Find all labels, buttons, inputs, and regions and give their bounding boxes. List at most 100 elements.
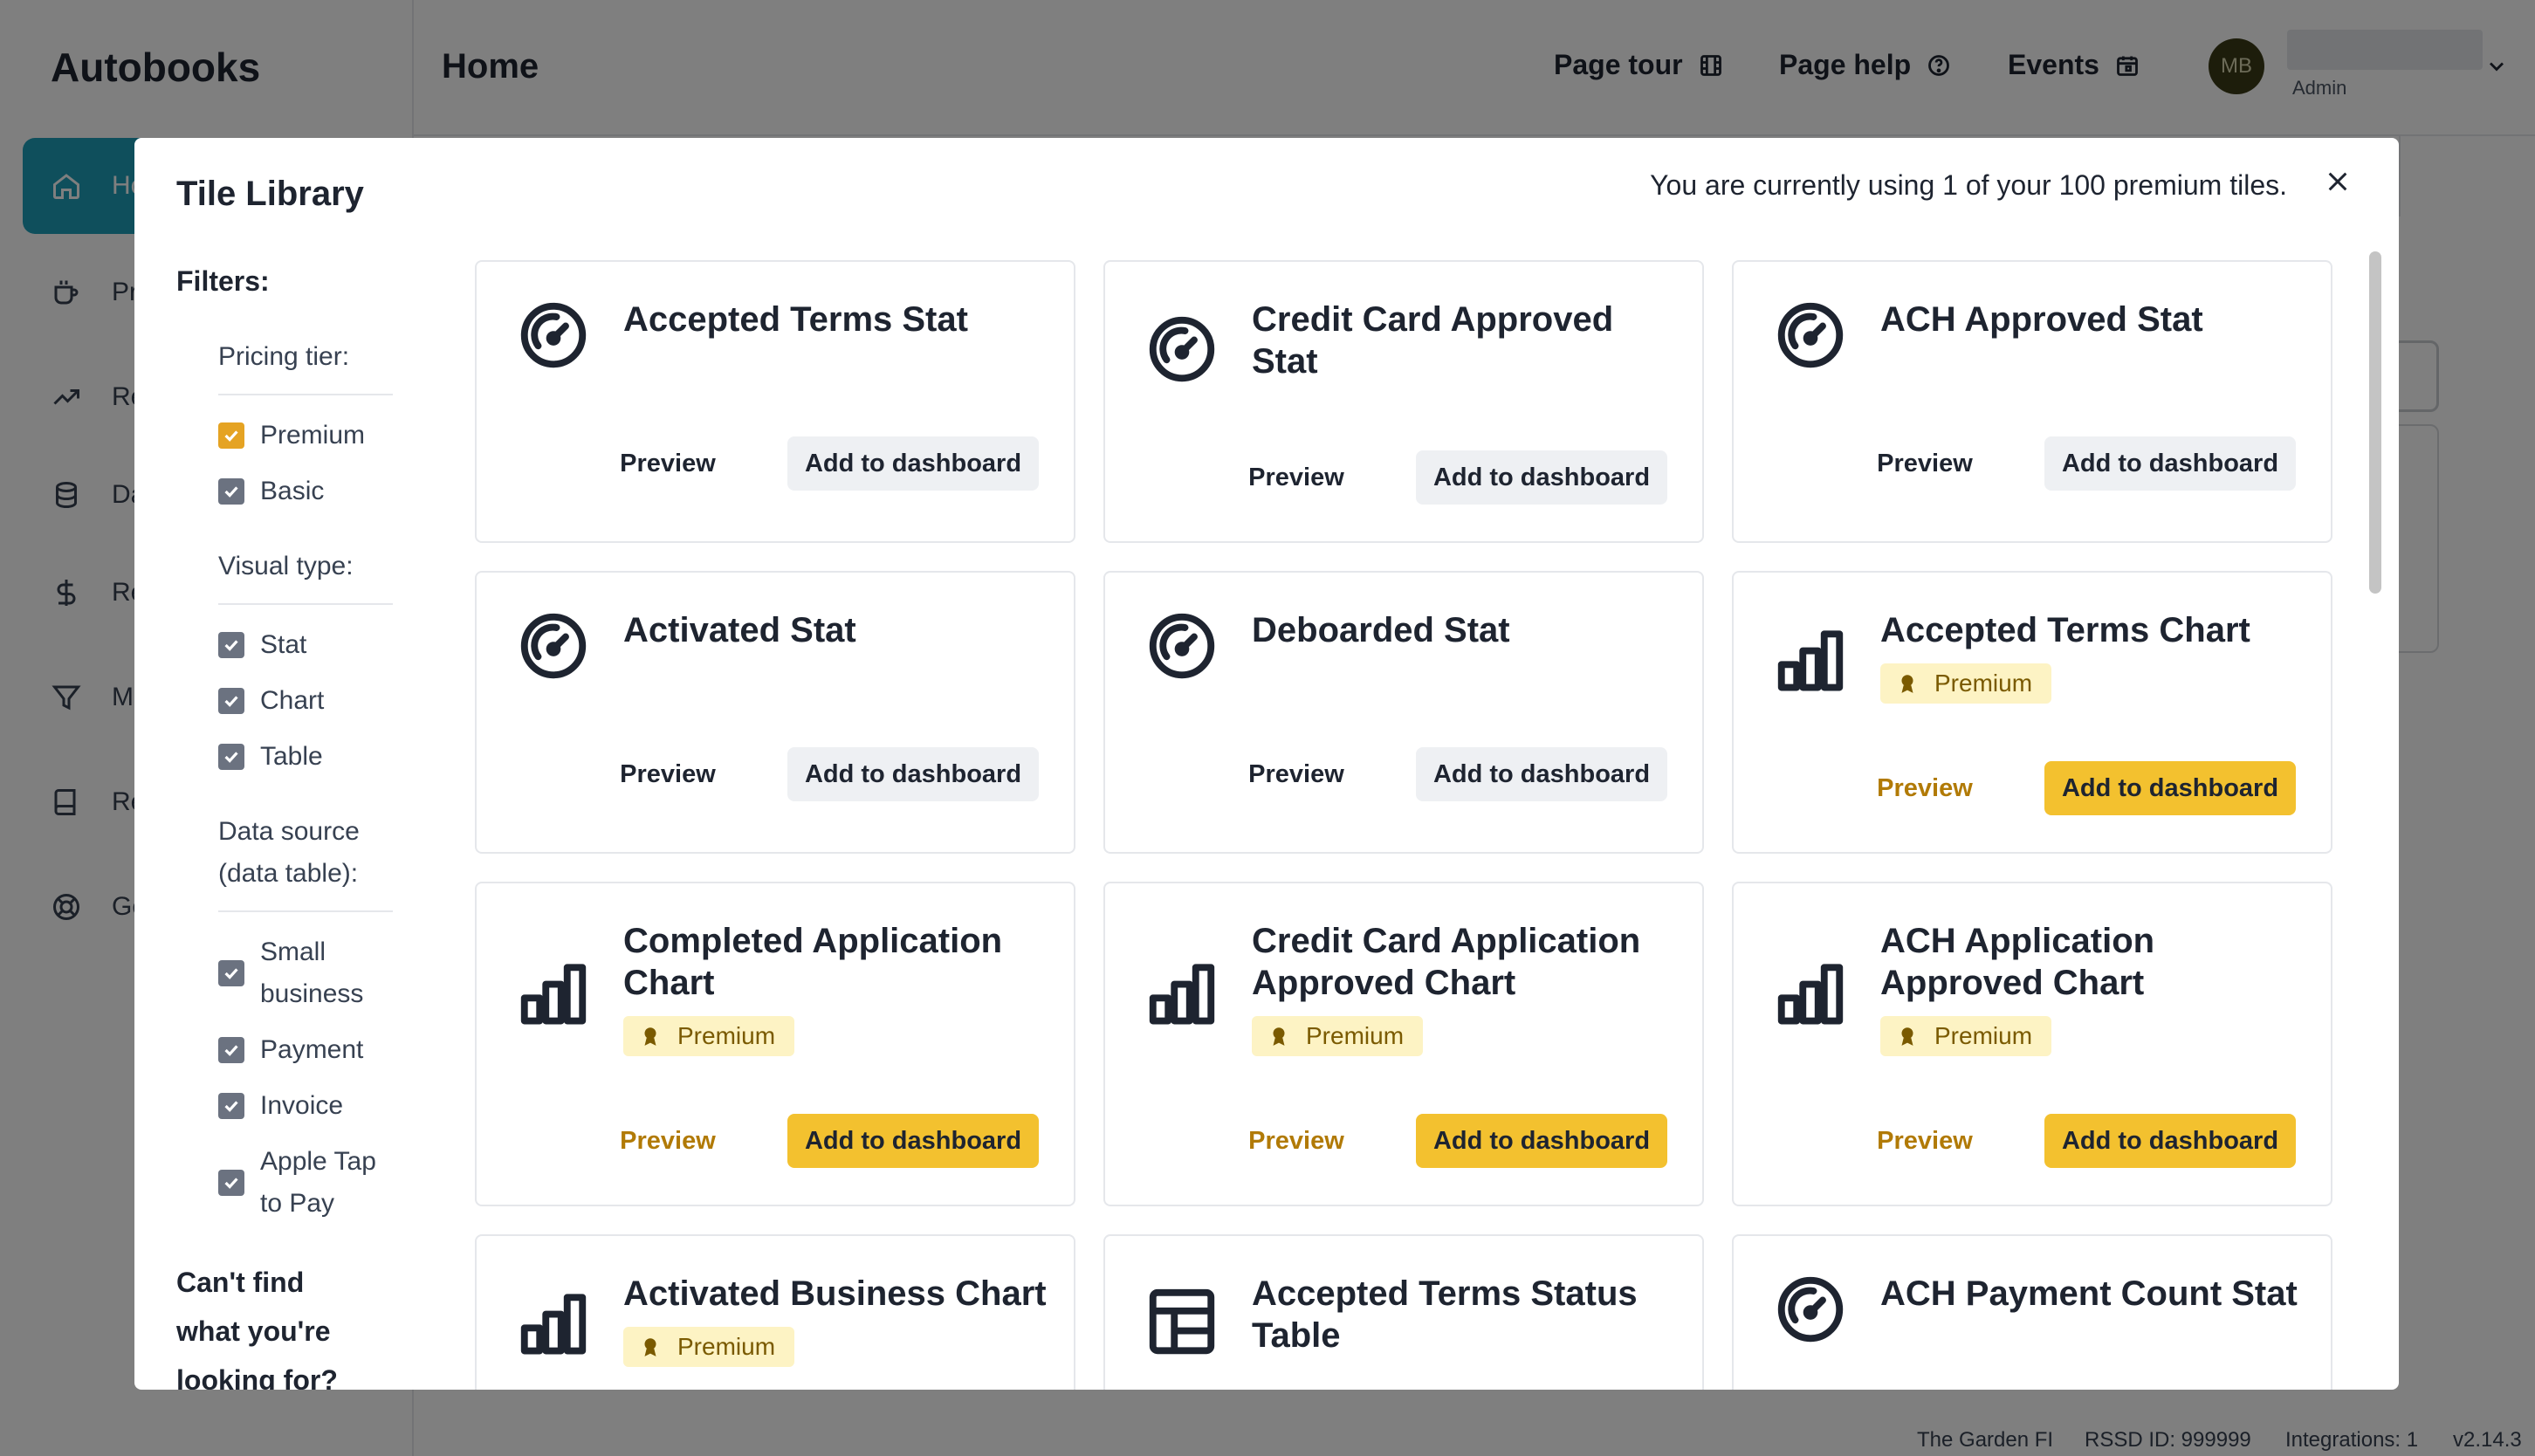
preview-button[interactable]: Preview	[1859, 436, 1990, 491]
award-icon	[1901, 675, 1913, 693]
gauge-icon	[1774, 1273, 1847, 1346]
modal-title: Tile Library	[176, 175, 364, 213]
filter-label: Basic	[260, 477, 325, 505]
add-to-dashboard-button[interactable]: Add to dashboard	[1416, 450, 1667, 505]
checkbox-checked[interactable]	[218, 688, 244, 714]
add-to-dashboard-button[interactable]: Add to dashboard	[2044, 436, 2296, 491]
tile-card: Accepted Terms Stat Preview Add to dashb…	[475, 260, 1075, 543]
checkbox-checked[interactable]	[218, 744, 244, 770]
gauge-icon	[517, 299, 590, 372]
tile-title: ACH Approved Stat	[1880, 300, 2203, 339]
filter-label: Chart	[260, 686, 325, 715]
preview-button[interactable]: Preview	[1859, 761, 1990, 815]
add-to-dashboard-button[interactable]: Add to dashboard	[787, 1114, 1039, 1168]
check-icon	[224, 1101, 238, 1112]
premium-badge: Premium	[623, 1327, 795, 1367]
cant-find-text: Can't find what you're looking for?	[176, 1267, 338, 1390]
filter-group-title: Pricing tier:	[218, 336, 393, 395]
add-to-dashboard-button[interactable]: Add to dashboard	[1416, 1114, 1667, 1168]
bar-chart-icon	[1774, 957, 1847, 1030]
add-to-dashboard-button[interactable]: Add to dashboard	[787, 747, 1039, 801]
checkbox-checked[interactable]	[218, 422, 244, 449]
filter-stat[interactable]: Stat	[218, 624, 431, 666]
filter-table[interactable]: Table	[218, 736, 431, 778]
gauge-icon	[1145, 312, 1219, 386]
checkbox-checked[interactable]	[218, 1037, 244, 1063]
tile-title: Accepted Terms Stat	[623, 300, 968, 339]
tile-card: Accepted Terms Status Table	[1103, 1234, 1704, 1390]
filter-apple-tap-to-pay[interactable]: Apple Tap to Pay	[218, 1141, 431, 1225]
check-icon	[224, 486, 238, 498]
premium-badge-label: Premium	[1306, 1022, 1405, 1049]
scrollbar-thumb[interactable]	[2369, 251, 2381, 594]
preview-button[interactable]: Preview	[1859, 1114, 1990, 1168]
tile-card: ACH Approved Stat Preview Add to dashboa…	[1732, 260, 2332, 543]
filter-invoice[interactable]: Invoice	[218, 1085, 431, 1127]
tile-title: Credit Card Application Approved Chart	[1252, 922, 1641, 1002]
tile-title: Deboarded Stat	[1252, 611, 1510, 649]
premium-badge: Premium	[1880, 1016, 2052, 1056]
preview-button[interactable]: Preview	[602, 747, 733, 801]
filter-group-title: Visual type:	[218, 546, 393, 605]
preview-button[interactable]: Preview	[602, 1114, 733, 1168]
add-to-dashboard-button[interactable]: Add to dashboard	[2044, 761, 2296, 815]
preview-button[interactable]: Preview	[1231, 1114, 1362, 1168]
filters-panel: Filters: Pricing tier: Premium Basic Vis…	[176, 265, 431, 1390]
filter-group-pricing-tier: Pricing tier: Premium Basic	[218, 336, 431, 512]
checkbox-checked[interactable]	[218, 1093, 244, 1119]
filter-label: Invoice	[260, 1091, 344, 1120]
premium-badge-label: Premium	[1934, 670, 2033, 697]
close-button[interactable]	[2317, 161, 2359, 203]
gauge-icon	[517, 609, 590, 683]
filter-chart[interactable]: Chart	[218, 680, 431, 722]
tile-card: Activated Stat Preview Add to dashboard	[475, 571, 1075, 854]
filter-group-data-source: Data source (data table): Small business…	[218, 811, 431, 1225]
tile-title: Activated Business Chart	[623, 1274, 1047, 1313]
bar-chart-icon	[517, 957, 590, 1030]
tile-card: Credit Card Approved Stat Preview Add to…	[1103, 260, 1704, 543]
preview-button[interactable]: Preview	[602, 436, 733, 491]
filter-payment[interactable]: Payment	[218, 1029, 431, 1071]
gauge-icon	[1774, 299, 1847, 372]
check-icon	[224, 696, 238, 707]
checkbox-checked[interactable]	[218, 960, 244, 986]
check-icon	[224, 752, 238, 763]
premium-badge-label: Premium	[1934, 1022, 2033, 1049]
filter-group-visual-type: Visual type: Stat Chart Table	[218, 546, 431, 778]
checkbox-checked[interactable]	[218, 1170, 244, 1196]
bar-chart-icon	[1774, 623, 1847, 697]
tile-title: Accepted Terms Chart	[1880, 611, 2250, 649]
preview-button[interactable]: Preview	[1231, 747, 1362, 801]
check-icon	[224, 430, 238, 442]
filter-group-title: Data source (data table):	[218, 811, 393, 912]
tile-card: ACH Payment Count Stat	[1732, 1234, 2332, 1390]
filter-label: Table	[260, 742, 323, 771]
filter-basic[interactable]: Basic	[218, 470, 431, 512]
add-to-dashboard-button[interactable]: Add to dashboard	[1416, 747, 1667, 801]
filters-title: Filters:	[176, 265, 270, 297]
bar-chart-icon	[517, 1287, 590, 1360]
checkbox-checked[interactable]	[218, 632, 244, 658]
award-icon	[1901, 1027, 1913, 1046]
filter-label: Premium	[260, 421, 366, 450]
premium-badge: Premium	[623, 1016, 795, 1056]
award-icon	[644, 1027, 656, 1046]
award-icon	[1273, 1027, 1285, 1046]
tile-title: ACH Payment Count Stat	[1880, 1274, 2298, 1313]
filter-small-business[interactable]: Small business	[218, 931, 431, 1015]
award-icon	[644, 1338, 656, 1356]
filter-premium[interactable]: Premium	[218, 415, 431, 457]
bar-chart-icon	[1145, 957, 1219, 1030]
tile-card: Completed Application Chart Premium Prev…	[475, 882, 1075, 1206]
filter-label: Apple Tap to Pay	[260, 1147, 376, 1218]
tile-card: Accepted Terms Chart Premium Preview Add…	[1732, 571, 2332, 854]
filter-label: Stat	[260, 630, 307, 659]
tile-title: Activated Stat	[623, 611, 856, 649]
premium-badge-label: Premium	[677, 1333, 776, 1360]
add-to-dashboard-button[interactable]: Add to dashboard	[787, 436, 1039, 491]
check-icon	[224, 1178, 238, 1189]
checkbox-checked[interactable]	[218, 478, 244, 505]
add-to-dashboard-button[interactable]: Add to dashboard	[2044, 1114, 2296, 1168]
preview-button[interactable]: Preview	[1231, 450, 1362, 505]
tile-library-modal: Tile Library You are currently using 1 o…	[134, 138, 2399, 1390]
